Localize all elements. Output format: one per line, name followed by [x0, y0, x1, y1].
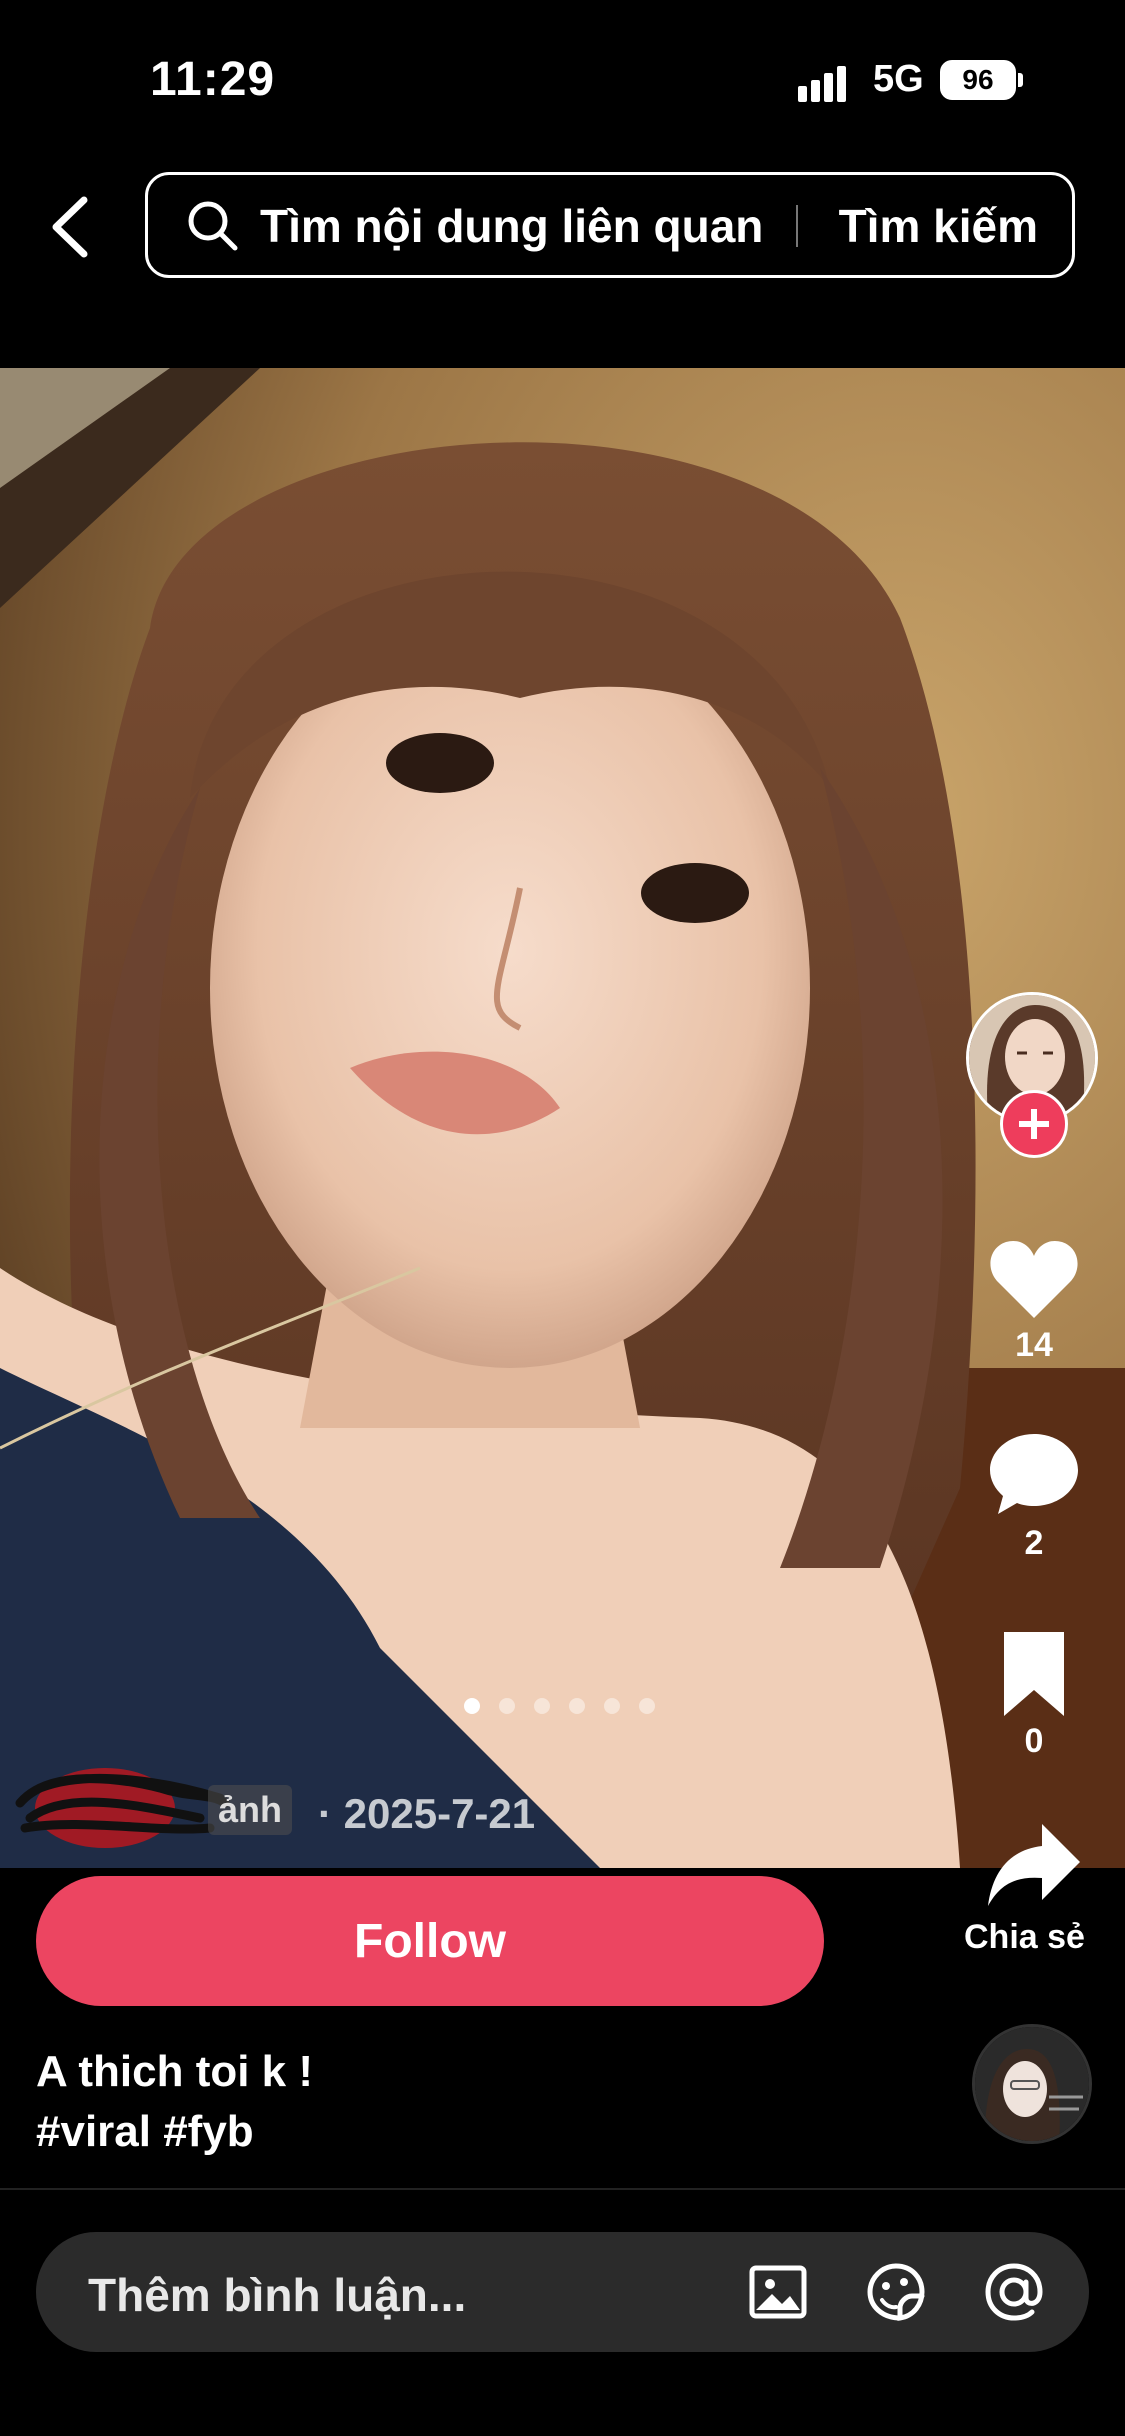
- network-type: 5G: [873, 58, 924, 100]
- music-cover-image: [975, 2027, 1089, 2141]
- comment-bubble-icon[interactable]: [986, 1426, 1082, 1522]
- search-bar[interactable]: Tìm nội dung liên quan Tìm kiếm: [145, 172, 1075, 278]
- status-time: 11:29: [150, 53, 276, 106]
- pager-dot: [534, 1698, 550, 1714]
- post-date: · 2025-7-21: [318, 1790, 536, 1837]
- share-label[interactable]: Chia sẻ: [964, 1918, 1085, 1957]
- author-name[interactable]: ảnh: [208, 1785, 293, 1835]
- status-bar: 11:29 5G 96: [0, 0, 1125, 160]
- follow-button[interactable]: Follow: [36, 1876, 824, 2006]
- post-photo[interactable]: [0, 368, 1125, 1868]
- caption-text: A thich toi k !: [36, 2047, 314, 2096]
- comment-count: 2: [1024, 1524, 1044, 1562]
- comment-input[interactable]: Thêm bình luận...: [88, 2268, 466, 2322]
- battery-icon: 96: [940, 60, 1023, 100]
- pager-dot: [604, 1698, 620, 1714]
- mention-at-icon[interactable]: [982, 2260, 1046, 2324]
- image-icon[interactable]: [746, 2260, 810, 2324]
- caption-hashtags[interactable]: #viral #fyb: [36, 2102, 313, 2162]
- battery-level: 96: [962, 64, 994, 95]
- bookmark-icon[interactable]: [986, 1624, 1082, 1720]
- follow-plus-button[interactable]: [1000, 1090, 1068, 1158]
- search-icon: [188, 201, 238, 251]
- search-divider: [796, 205, 798, 247]
- image-pager: [464, 1698, 674, 1718]
- pager-dot: [639, 1698, 655, 1714]
- search-input[interactable]: Tìm nội dung liên quan: [260, 199, 763, 253]
- comment-bar[interactable]: Thêm bình luận...: [36, 2232, 1089, 2352]
- emoji-icon[interactable]: [864, 2260, 928, 2324]
- post-caption: A thich toi k ! #viral #fyb: [36, 2042, 313, 2162]
- like-heart-icon[interactable]: [986, 1230, 1082, 1326]
- like-count: 14: [1015, 1326, 1053, 1364]
- pager-dot: [499, 1698, 515, 1714]
- back-chevron-icon: [52, 196, 88, 258]
- search-button[interactable]: Tìm kiếm: [839, 199, 1038, 253]
- photo-illustration: [0, 368, 1125, 1868]
- pager-dot: [569, 1698, 585, 1714]
- back-button[interactable]: [44, 192, 104, 262]
- divider: [0, 2188, 1125, 2190]
- save-count: 0: [1024, 1722, 1044, 1760]
- signal-icon: [798, 64, 858, 102]
- pager-dot: [464, 1698, 480, 1714]
- music-disc[interactable]: [972, 2024, 1092, 2144]
- share-arrow-icon[interactable]: [986, 1818, 1082, 1914]
